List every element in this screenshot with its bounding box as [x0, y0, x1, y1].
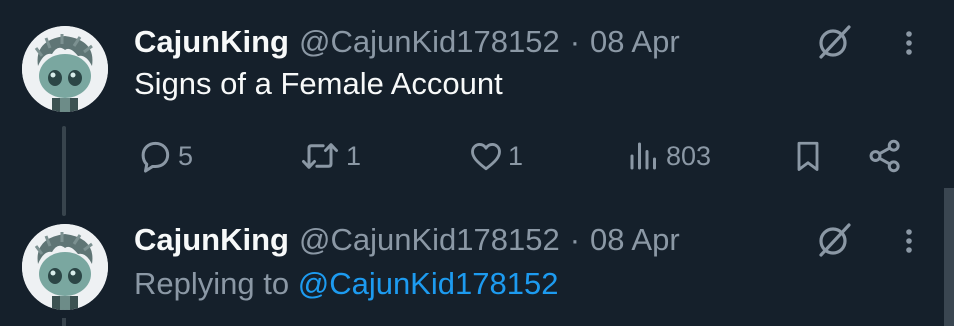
- views-bars-icon: [630, 142, 656, 170]
- views-button[interactable]: 803: [626, 134, 711, 178]
- avatar[interactable]: [22, 224, 108, 310]
- replying-to-line: Replying to @CajunKid178152: [134, 266, 558, 302]
- more-vertical-icon[interactable]: [896, 26, 922, 60]
- tweet-date[interactable]: 08 Apr: [590, 222, 680, 258]
- tweet-text: Signs of a Female Account: [134, 66, 503, 101]
- reply-bubble-icon: [141, 141, 170, 173]
- display-name[interactable]: CajunKing: [134, 24, 289, 60]
- tweet-header: CajunKing @CajunKid178152 · 08 Apr: [134, 22, 680, 62]
- scrollbar[interactable]: [944, 188, 954, 326]
- tweet-date[interactable]: 08 Apr: [590, 24, 680, 60]
- like-button[interactable]: 1: [468, 134, 523, 178]
- grok-slash-icon[interactable]: [816, 24, 852, 60]
- funko-avatar-image: [22, 26, 108, 112]
- view-count: 803: [666, 140, 712, 171]
- tweet-actions: 5 1 1 803: [0, 134, 940, 178]
- like-count: 1: [508, 140, 524, 171]
- repost-button[interactable]: 1: [298, 134, 361, 178]
- bookmark-button[interactable]: [790, 134, 826, 178]
- thread-connector-line-bottom: [62, 318, 66, 326]
- replying-to-link[interactable]: @CajunKid178152: [298, 266, 559, 301]
- grok-slash-icon[interactable]: [816, 222, 852, 258]
- reply-count: 5: [178, 140, 194, 171]
- share-button[interactable]: [866, 134, 904, 178]
- heart-icon: [471, 143, 501, 171]
- separator-dot: ·: [569, 24, 581, 59]
- user-handle[interactable]: @CajunKid178152: [299, 222, 560, 258]
- replying-to-prefix: Replying to: [134, 266, 290, 301]
- display-name[interactable]: CajunKing: [134, 222, 289, 258]
- repost-count: 1: [346, 140, 362, 171]
- reply-button[interactable]: 5: [136, 134, 193, 178]
- share-icon: [869, 139, 900, 173]
- timeline: CajunKing @CajunKid178152 · 08 Apr Signs…: [0, 0, 954, 326]
- funko-avatar-image: [22, 224, 108, 310]
- avatar[interactable]: [22, 26, 108, 112]
- bookmark-icon: [797, 141, 819, 171]
- tweet-header: CajunKing @CajunKid178152 · 08 Apr: [134, 220, 680, 260]
- repost-icon: [302, 143, 338, 169]
- user-handle[interactable]: @CajunKid178152: [299, 24, 560, 60]
- more-vertical-icon[interactable]: [896, 224, 922, 258]
- separator-dot: ·: [569, 222, 581, 257]
